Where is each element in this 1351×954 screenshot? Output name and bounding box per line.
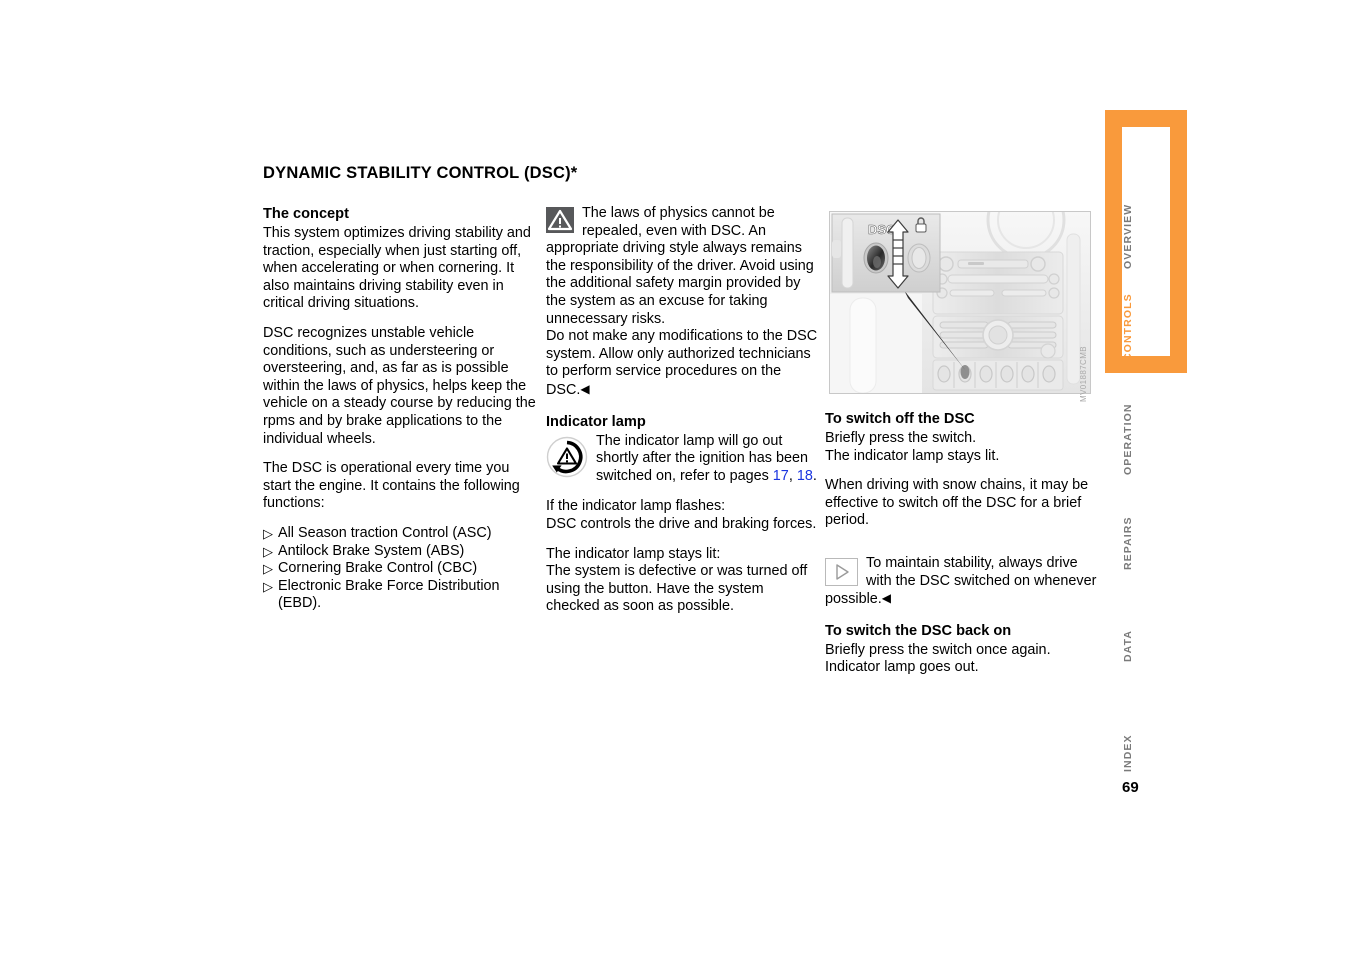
dsc-functions-list: ▷ All Season traction Control (ASC) ▷ An…	[263, 525, 538, 613]
sidebar-item-operation[interactable]: OPERATION	[1122, 385, 1134, 493]
list-item-label: Cornering Brake Control (CBC)	[278, 560, 478, 577]
triangle-bullet-icon: ▷	[263, 543, 273, 559]
page-title: DYNAMIC STABILITY CONTROL (DSC)*	[263, 164, 578, 182]
list-item-label: Antilock Brake System (ABS)	[278, 542, 465, 559]
switch-on-line-2: Indicator lamp goes out.	[825, 659, 979, 676]
sidebar-item-index[interactable]: INDEX	[1122, 718, 1134, 788]
list-item-label: All Season traction Control (ASC)	[278, 524, 492, 541]
list-item: ▷ Antilock Brake System (ABS)	[263, 543, 538, 561]
list-item-label: Electronic Brake Force Distribution (EBD…	[278, 577, 500, 612]
stability-note-text: To maintain stability, always drive with…	[825, 554, 1097, 608]
lit-condition-text: The system is defective or was turned of…	[546, 563, 808, 615]
concept-paragraph-2: DSC recognizes unstable vehicle conditio…	[263, 324, 536, 447]
section-heading-switch-off-dsc: To switch off the DSC	[825, 411, 975, 427]
triangle-bullet-icon: ▷	[263, 578, 273, 594]
page-link-17[interactable]: 17	[773, 468, 789, 484]
indicator-lamp-notice-text: The indicator lamp will go out shortly a…	[596, 432, 817, 484]
lit-condition-label: The indicator lamp stays lit:	[546, 545, 721, 562]
warning-notice-text-2: Do not make any modifications to the DSC…	[546, 328, 818, 398]
list-item: ▷ All Season traction Control (ASC)	[263, 525, 538, 543]
dsc-switch-photo: DSC	[829, 211, 1091, 394]
sidebar-item-data[interactable]: DATA	[1122, 612, 1134, 680]
note-triangle-icon	[825, 557, 858, 586]
section-heading-switch-dsc-back-on: To switch the DSC back on	[825, 622, 1012, 639]
list-item: ▷ Cornering Brake Control (CBC)	[263, 560, 538, 578]
flash-condition-label: If the indicator lamp flashes:	[546, 498, 726, 515]
sidebar-item-overview[interactable]: OVERVIEW	[1122, 182, 1134, 290]
sidebar-item-controls[interactable]: CONTROLS	[1122, 286, 1134, 368]
page-number: 69	[1122, 779, 1139, 796]
section-heading-the-concept: The concept	[263, 206, 349, 222]
switch-on-line-1: Briefly press the switch once again.	[825, 641, 1051, 658]
manual-page: DYNAMIC STABILITY CONTROL (DSC)* The con…	[0, 0, 1351, 954]
sidebar-item-repairs[interactable]: REPAIRS	[1122, 498, 1134, 588]
page-link-18[interactable]: 18	[797, 468, 813, 484]
section-heading-indicator-lamp: Indicator lamp	[546, 413, 646, 430]
active-section-tab-block	[1105, 110, 1187, 373]
snow-chains-paragraph: When driving with snow chains, it may be…	[825, 477, 1089, 529]
end-of-note-marker: ◀	[881, 591, 892, 606]
dsc-indicator-lamp-icon	[546, 436, 588, 478]
end-of-notice-marker: ◀	[580, 381, 590, 396]
concept-paragraph-3: The DSC is operational every time you st…	[263, 460, 520, 512]
column-two: The laws of physics cannot be repealed, …	[546, 205, 818, 628]
flash-condition-text: DSC controls the drive and braking force…	[546, 515, 817, 532]
triangle-bullet-icon: ▷	[263, 561, 273, 577]
stability-note: To maintain stability, always drive with…	[825, 555, 1097, 609]
indicator-lamp-notice: The indicator lamp will go out shortly a…	[546, 433, 818, 486]
triangle-bullet-icon: ▷	[263, 525, 273, 541]
column-one: The concept This system optimizes drivin…	[263, 205, 538, 613]
warning-triangle-icon	[546, 207, 574, 233]
warning-notice-text: The laws of physics cannot be repealed, …	[546, 205, 814, 327]
concept-paragraph-1: This system optimizes driving stability …	[263, 225, 531, 312]
column-three: To switch off the DSC Briefly press the …	[825, 410, 1097, 677]
warning-notice: The laws of physics cannot be repealed, …	[546, 205, 818, 328]
list-item: ▷ Electronic Brake Force Distribution (E…	[263, 578, 538, 613]
switch-off-line-1: Briefly press the switch.	[825, 430, 977, 446]
switch-off-line-2: The indicator lamp stays lit.	[825, 447, 1000, 464]
figure-reference-code: MV01887CMB	[1079, 345, 1088, 402]
